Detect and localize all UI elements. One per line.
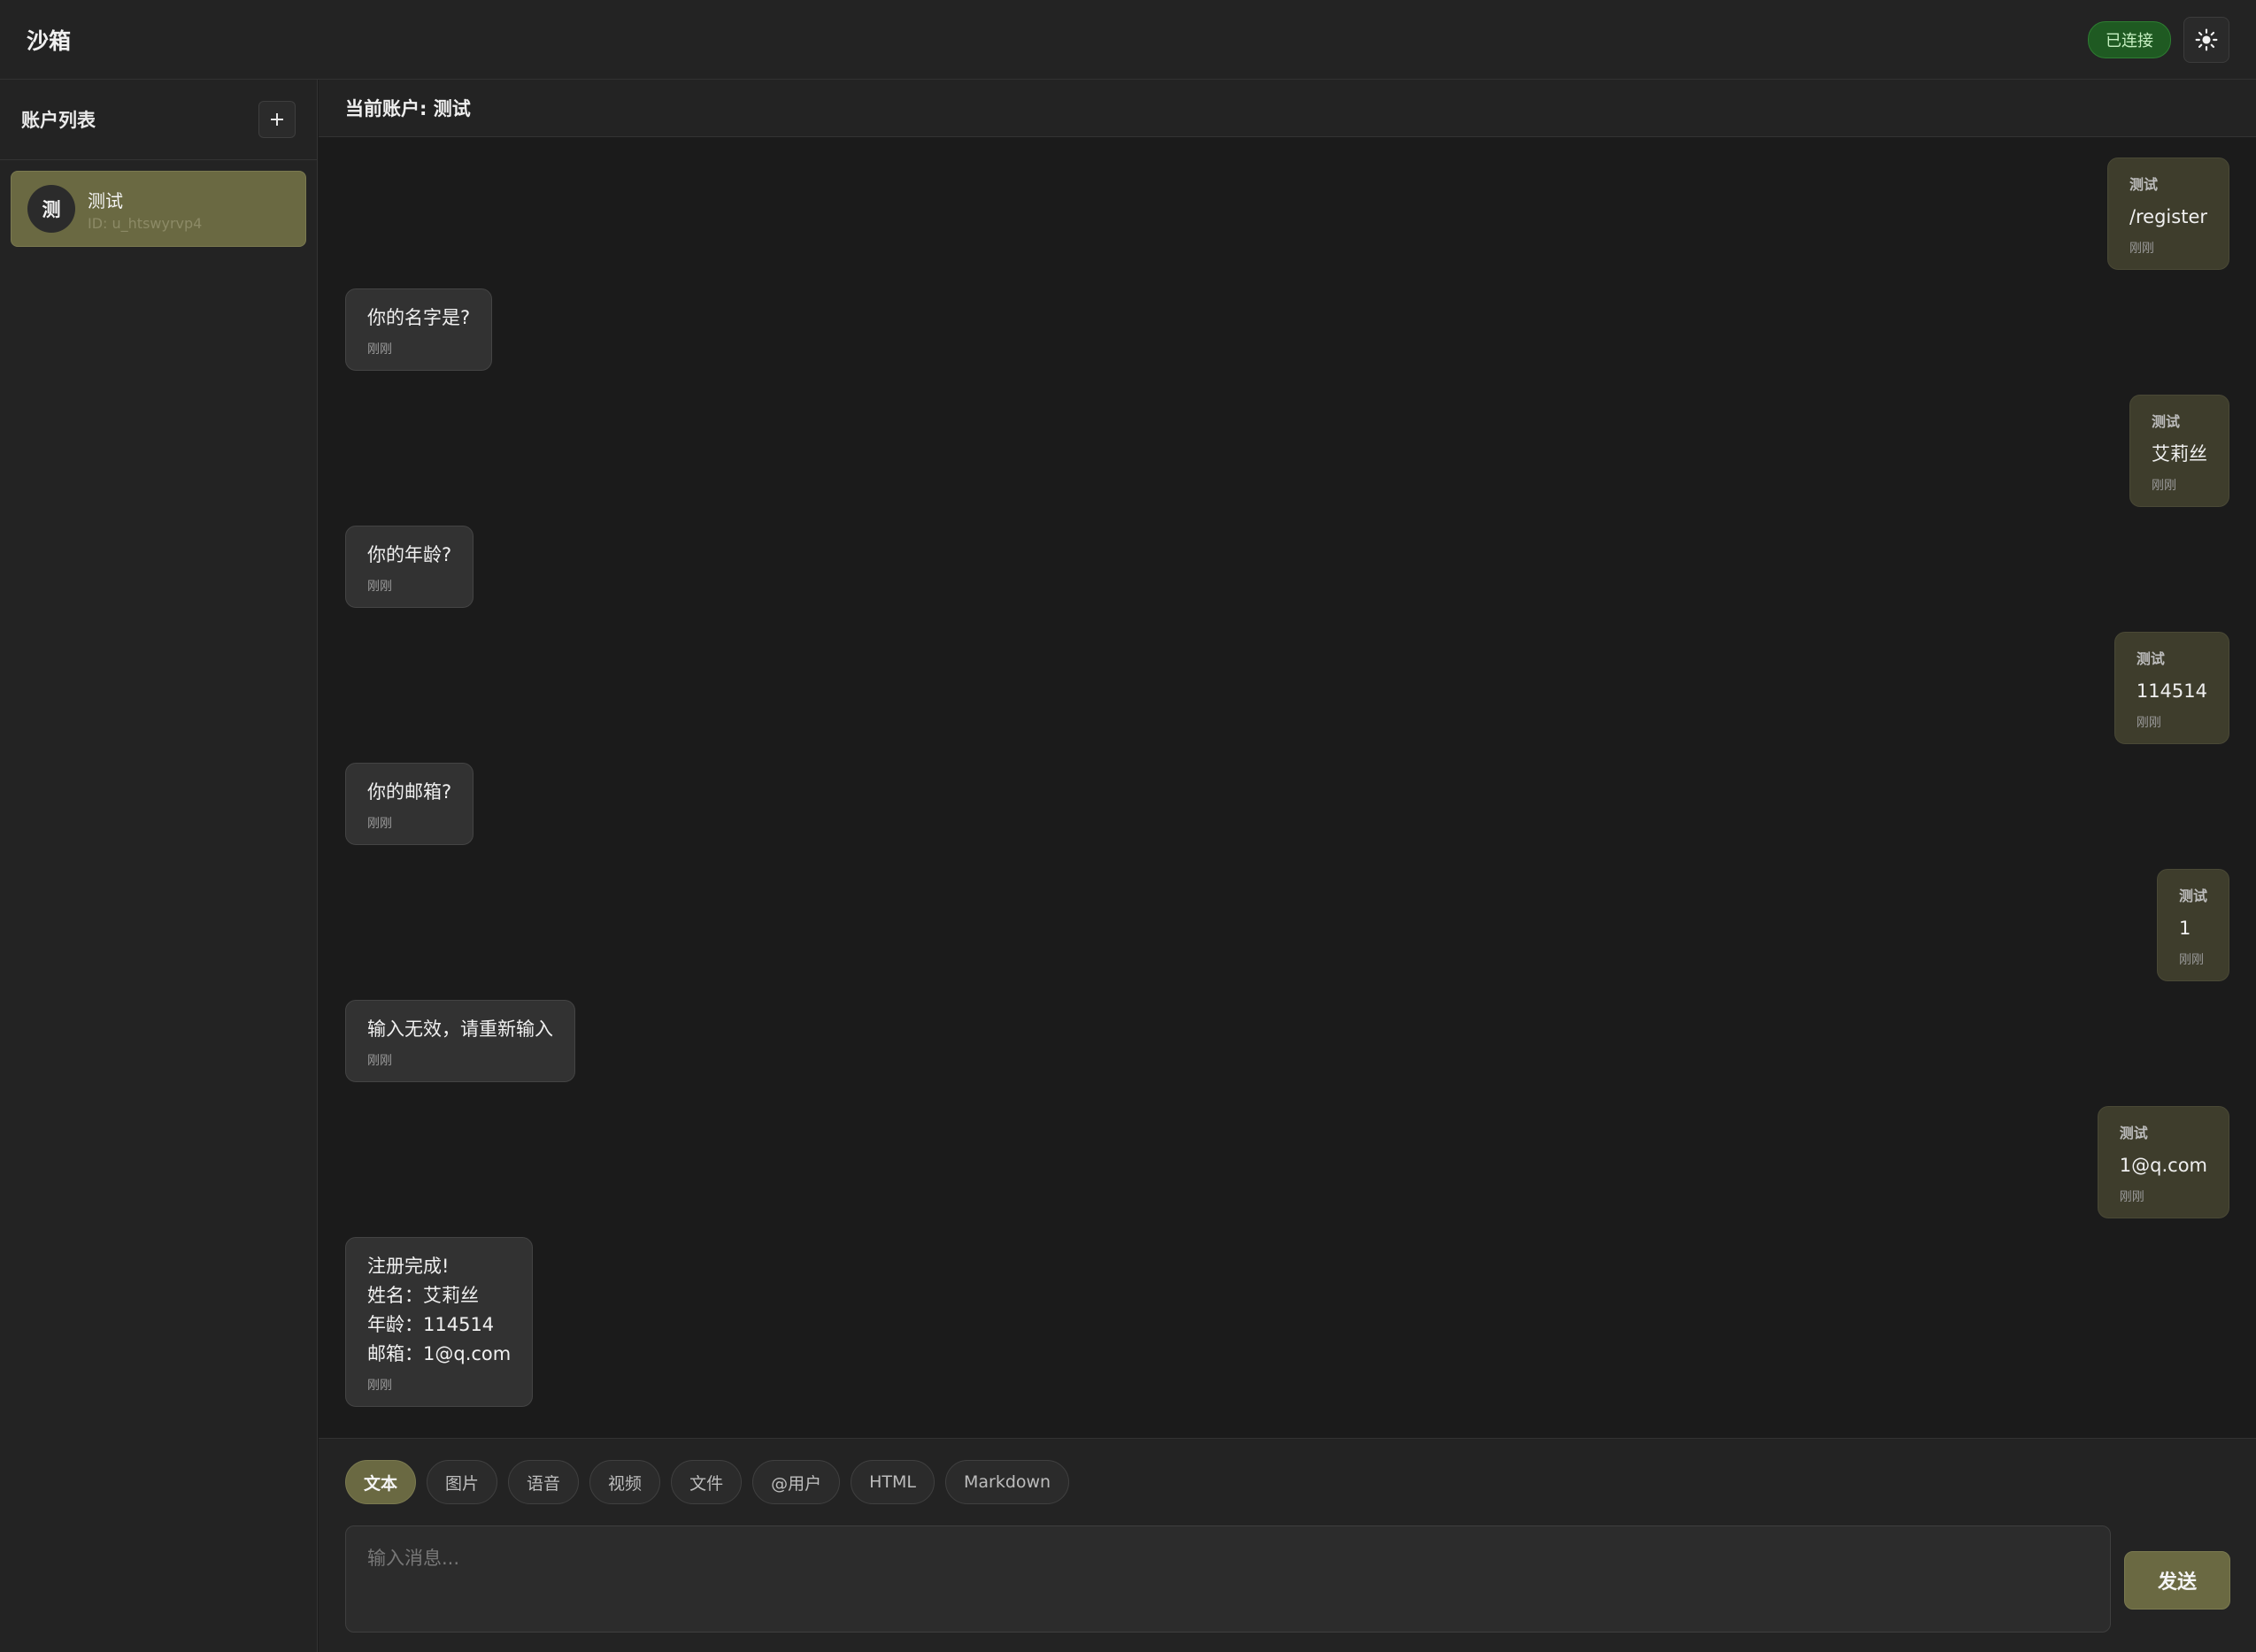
connection-status-badge: 已连接 <box>2088 20 2171 58</box>
message-sender: 测试 <box>2136 650 2165 667</box>
message-time: 刚刚 <box>2136 716 2161 730</box>
message-user: 测试 艾莉丝 刚刚 <box>2129 395 2229 507</box>
tab-video[interactable]: 视频 <box>589 1460 661 1504</box>
tab-voice[interactable]: 语音 <box>508 1460 580 1504</box>
message-user: 测试 /register 刚刚 <box>2106 158 2229 270</box>
message-bot: 你的邮箱? 刚刚 <box>345 763 474 845</box>
message-time: 刚刚 <box>2129 242 2154 256</box>
message-time: 刚刚 <box>2178 953 2204 967</box>
tab-mention-user[interactable]: @用户 <box>752 1460 841 1504</box>
top-bar: 沙箱 已连接 <box>0 0 2256 80</box>
sidebar-header: 账户列表 <box>0 80 317 160</box>
app-root: 沙箱 已连接 账户列表 测 测试 ID: u_htswyrvp4 当前账户: 测… <box>0 0 2256 1652</box>
message-type-tabs: 文本 图片 语音 视频 文件 @用户 HTML Markdown <box>345 1460 1070 1504</box>
message-time: 刚刚 <box>367 1379 392 1393</box>
account-avatar: 测 <box>27 185 75 233</box>
tab-html[interactable]: HTML <box>851 1460 935 1504</box>
message-text: 1 <box>2178 918 2191 939</box>
header-actions: 已连接 <box>2088 16 2229 63</box>
message-sender: 测试 <box>2178 887 2207 904</box>
add-account-button[interactable] <box>258 101 296 138</box>
app-title: 沙箱 <box>27 27 72 54</box>
message-bot: 输入无效，请重新输入 刚刚 <box>345 1000 575 1082</box>
message-time: 刚刚 <box>367 817 392 831</box>
tab-markdown[interactable]: Markdown <box>944 1460 1070 1504</box>
message-sender: 测试 <box>2129 176 2158 193</box>
tab-image[interactable]: 图片 <box>427 1460 498 1504</box>
account-sidebar: 账户列表 测 测试 ID: u_htswyrvp4 <box>0 80 318 1652</box>
tab-text[interactable]: 文本 <box>345 1460 417 1504</box>
message-user: 测试 1@q.com 刚刚 <box>2097 1106 2229 1218</box>
current-account-label: 当前账户: 测试 <box>319 80 2256 137</box>
message-text: 注册完成! 姓名：艾莉丝 年龄：114514 邮箱：1@q.com <box>367 1256 512 1364</box>
sidebar-title: 账户列表 <box>21 110 96 131</box>
message-text: 你的名字是? <box>367 307 471 328</box>
plus-icon <box>271 113 283 126</box>
send-button[interactable]: 发送 <box>2124 1551 2230 1610</box>
message-input[interactable] <box>345 1525 2111 1633</box>
message-bot: 你的名字是? 刚刚 <box>345 288 493 371</box>
theme-toggle-button[interactable] <box>2183 16 2229 63</box>
message-text: 你的年龄? <box>367 544 452 565</box>
message-time: 刚刚 <box>367 342 392 357</box>
chat-panel: 当前账户: 测试 测试 /register 刚刚 你的名字是? 刚刚 测试 艾莉… <box>319 80 2256 1652</box>
message-user: 测试 1 刚刚 <box>2156 869 2229 981</box>
message-text: 114514 <box>2136 680 2207 702</box>
message-sender: 测试 <box>2152 413 2181 430</box>
account-info: 测试 ID: u_htswyrvp4 <box>88 187 202 232</box>
account-name: 测试 <box>88 189 123 211</box>
message-text: 艾莉丝 <box>2152 443 2207 465</box>
message-sender: 测试 <box>2119 1125 2148 1141</box>
message-time: 刚刚 <box>2152 479 2176 493</box>
account-list: 测 测试 ID: u_htswyrvp4 <box>0 160 317 257</box>
message-composer: 文本 图片 语音 视频 文件 @用户 HTML Markdown 发送 <box>319 1438 2256 1652</box>
message-bot: 注册完成! 姓名：艾莉丝 年龄：114514 邮箱：1@q.com 刚刚 <box>345 1237 534 1407</box>
message-time: 刚刚 <box>367 580 392 594</box>
message-text: 你的邮箱? <box>367 781 452 803</box>
message-list[interactable]: 测试 /register 刚刚 你的名字是? 刚刚 测试 艾莉丝 刚刚 你的年龄… <box>319 137 2256 1518</box>
message-time: 刚刚 <box>367 1054 392 1068</box>
tab-file[interactable]: 文件 <box>671 1460 743 1504</box>
message-user: 测试 114514 刚刚 <box>2114 632 2229 744</box>
account-id: ID: u_htswyrvp4 <box>88 214 203 232</box>
account-item[interactable]: 测 测试 ID: u_htswyrvp4 <box>11 171 306 247</box>
message-text: 1@q.com <box>2119 1155 2207 1176</box>
message-text: 输入无效，请重新输入 <box>367 1018 553 1040</box>
message-bot: 你的年龄? 刚刚 <box>345 526 474 608</box>
sun-icon <box>2195 28 2218 50</box>
message-text: /register <box>2129 206 2207 227</box>
message-time: 刚刚 <box>2119 1190 2144 1204</box>
